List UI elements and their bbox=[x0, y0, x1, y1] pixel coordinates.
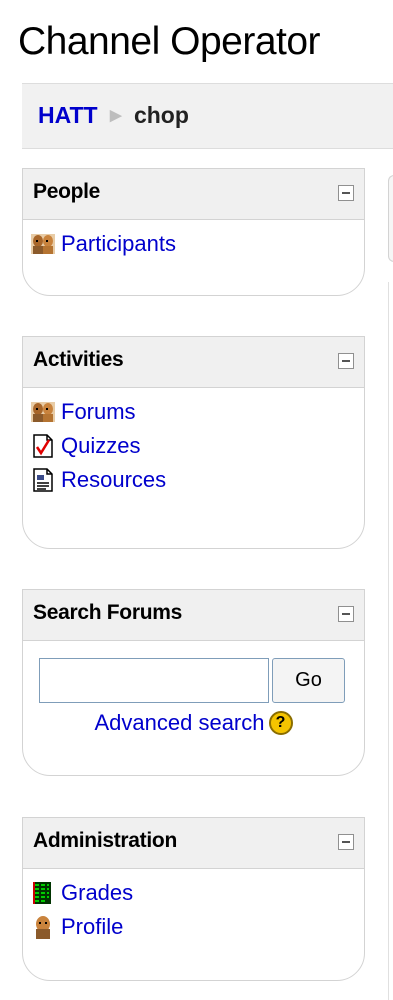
quizzes-link[interactable]: Quizzes bbox=[31, 429, 364, 463]
people-collapse-button[interactable] bbox=[338, 185, 354, 201]
profile-link[interactable]: Profile bbox=[31, 910, 364, 944]
grades-link[interactable]: Grades bbox=[31, 876, 364, 910]
breadcrumb-home-link[interactable]: HATT bbox=[38, 102, 98, 128]
main-content-header bbox=[388, 175, 393, 262]
search-forums-collapse-button[interactable] bbox=[338, 606, 354, 622]
users-icon bbox=[31, 234, 55, 254]
search-forums-block-header: Search Forums bbox=[23, 590, 364, 641]
grades-icon bbox=[33, 882, 51, 904]
administration-block-header: Administration bbox=[23, 818, 364, 869]
quizzes-label: Quizzes bbox=[61, 433, 141, 458]
people-block-title: People bbox=[33, 180, 101, 203]
main-content-edge bbox=[388, 282, 389, 1000]
participants-label: Participants bbox=[61, 231, 176, 256]
go-button[interactable]: Go bbox=[272, 658, 345, 703]
navbar: HATT ▶ chop bbox=[22, 83, 393, 149]
forums-label: Forums bbox=[61, 399, 136, 424]
breadcrumb-separator-icon: ▶ bbox=[110, 107, 122, 124]
advanced-search-link[interactable]: Advanced search bbox=[95, 710, 265, 735]
resources-label: Resources bbox=[61, 467, 167, 492]
search-forums-block: Search Forums Go Advanced search? bbox=[22, 589, 365, 776]
administration-collapse-button[interactable] bbox=[338, 834, 354, 850]
administration-block: Administration Grades Profile bbox=[22, 817, 365, 981]
help-icon[interactable]: ? bbox=[268, 711, 293, 735]
breadcrumb: HATT ▶ chop bbox=[38, 102, 189, 129]
people-block-header: People bbox=[23, 169, 364, 220]
administration-block-title: Administration bbox=[33, 829, 177, 852]
forums-link[interactable]: Forums bbox=[31, 395, 364, 429]
resource-icon bbox=[33, 468, 53, 492]
participants-link[interactable]: Participants bbox=[31, 227, 364, 261]
activities-collapse-button[interactable] bbox=[338, 353, 354, 369]
people-block: People Participants bbox=[22, 168, 365, 296]
forum-icon bbox=[31, 402, 55, 422]
page-title: Channel Operator bbox=[18, 20, 321, 63]
activities-block: Activities Forums Quizzes Resources bbox=[22, 336, 365, 549]
activities-block-header: Activities bbox=[23, 337, 364, 388]
breadcrumb-current: chop bbox=[133, 102, 189, 128]
quiz-icon bbox=[33, 434, 53, 458]
profile-label: Profile bbox=[61, 914, 124, 939]
grades-label: Grades bbox=[61, 880, 134, 905]
resources-link[interactable]: Resources bbox=[31, 463, 364, 497]
profile-icon bbox=[36, 916, 50, 939]
search-input[interactable] bbox=[39, 658, 269, 703]
search-forums-block-title: Search Forums bbox=[33, 601, 182, 624]
activities-block-title: Activities bbox=[33, 348, 124, 371]
